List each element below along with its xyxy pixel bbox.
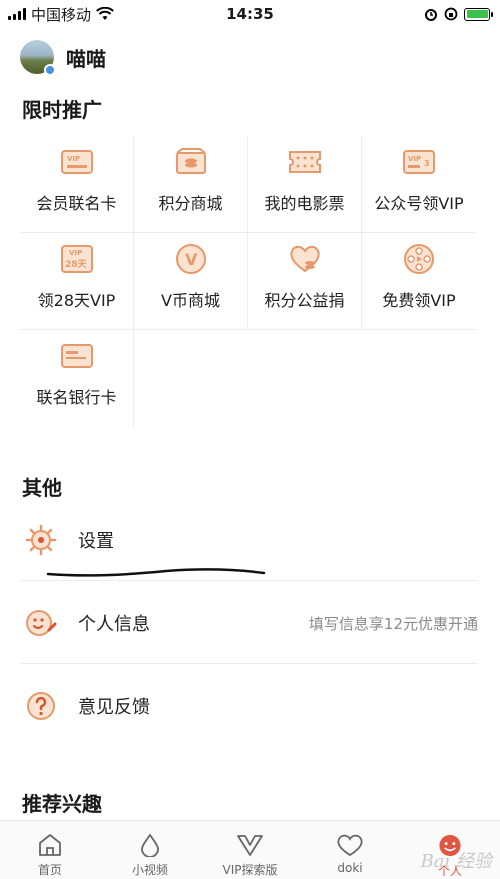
doki-heart-icon (337, 834, 363, 857)
status-bar: 中国移动 14:35 (0, 0, 500, 28)
promo-item-label: 会员联名卡 (36, 194, 117, 213)
vip-28-day-icon: VIP 28天 (59, 241, 95, 277)
divider (20, 580, 478, 581)
tab-label: 小视频 (131, 863, 168, 877)
rotation-lock-icon (444, 7, 458, 21)
tab-label: 首页 (37, 863, 62, 877)
question-icon (22, 687, 60, 725)
promo-item-bank-card[interactable]: 联名银行卡 (20, 330, 134, 427)
promo-item-label: 积分公益捐 (264, 291, 345, 310)
settings-label: 设置 (78, 531, 114, 552)
promo-item-movie-ticket[interactable]: 我的电影票 (248, 136, 362, 233)
handwritten-underline (46, 568, 266, 577)
promo-item-vip-card[interactable]: VIP 会员联名卡 (20, 136, 134, 233)
promo-item-label: 公众号领VIP (374, 194, 464, 213)
feedback-row[interactable]: 意见反馈 (20, 665, 478, 747)
verified-badge-icon (44, 64, 56, 76)
gear-icon (22, 521, 60, 559)
promo-item-points-charity[interactable]: 积分公益捐 (248, 233, 362, 330)
tab-label: doki (337, 861, 363, 875)
promo-item-v-coin-mall[interactable]: V V币商城 (134, 233, 248, 330)
movie-ticket-icon (287, 144, 323, 180)
svg-text:V: V (185, 250, 198, 269)
tab-label: VIP探索版 (222, 863, 278, 877)
svg-text:3: 3 (424, 159, 430, 168)
home-icon (39, 834, 61, 856)
personal-info-row[interactable]: 个人信息 填写信息享12元优惠开通 (20, 582, 478, 664)
watermark: Bai 经验 (420, 851, 492, 872)
promo-item-label: 领28天VIP (37, 291, 116, 310)
feedback-label: 意见反馈 (78, 697, 150, 718)
v-coin-icon: V (173, 241, 209, 277)
smiley-edit-icon (22, 604, 60, 642)
divider (20, 663, 478, 664)
alarm-icon (425, 9, 437, 21)
other-section-title: 其他 (22, 476, 62, 500)
tab-short-video[interactable]: 小视频 (100, 821, 200, 879)
avatar[interactable] (20, 40, 56, 76)
username: 喵喵 (66, 46, 106, 71)
promo-grid: VIP 会员联名卡 积分商城 我的电影票 VIP 3 公众号领VIP VIP 28天… (20, 136, 476, 427)
battery-icon (464, 7, 493, 21)
promo-section-title: 限时推广 (22, 98, 102, 122)
charity-heart-icon (287, 241, 323, 277)
official-account-vip-icon: VIP 3 (401, 144, 437, 180)
promo-item-points-mall[interactable]: 积分商城 (134, 136, 248, 233)
bank-card-icon (59, 338, 95, 374)
promo-item-official-account-vip[interactable]: VIP 3 公众号领VIP (362, 136, 476, 233)
promo-item-label: 积分商城 (158, 194, 223, 213)
points-mall-icon (173, 144, 209, 180)
promo-item-label: 免费领VIP (382, 291, 456, 310)
tab-doki[interactable]: doki (300, 821, 400, 879)
personal-info-hint: 填写信息享12元优惠开通 (308, 614, 478, 633)
vip-card-icon: VIP (59, 144, 95, 180)
promo-item-free-vip[interactable]: 免费领VIP (362, 233, 476, 330)
promo-item-label: 我的电影票 (264, 194, 345, 213)
recommend-section-title: 推荐兴趣 (22, 792, 102, 816)
svg-text:28天: 28天 (65, 259, 88, 270)
personal-info-label: 个人信息 (78, 614, 150, 635)
tab-home[interactable]: 首页 (0, 821, 100, 879)
promo-item-label: V币商城 (161, 291, 220, 310)
svg-text:VIP: VIP (69, 249, 82, 257)
free-vip-film-icon (401, 241, 437, 277)
vip-explore-icon (237, 835, 263, 856)
tab-vip-explore[interactable]: VIP探索版 (200, 821, 300, 879)
bottom-tab-bar: 首页 小视频 VIP探索版 doki 个人 Bai 经验 (0, 820, 500, 879)
svg-text:VIP: VIP (408, 155, 421, 163)
profile-header[interactable]: 喵喵 (20, 40, 106, 76)
droplet-icon (141, 833, 159, 857)
promo-item-vip-28-day[interactable]: VIP 28天 领28天VIP (20, 233, 134, 330)
promo-item-label: 联名银行卡 (36, 388, 117, 407)
svg-text:VIP: VIP (67, 155, 80, 163)
